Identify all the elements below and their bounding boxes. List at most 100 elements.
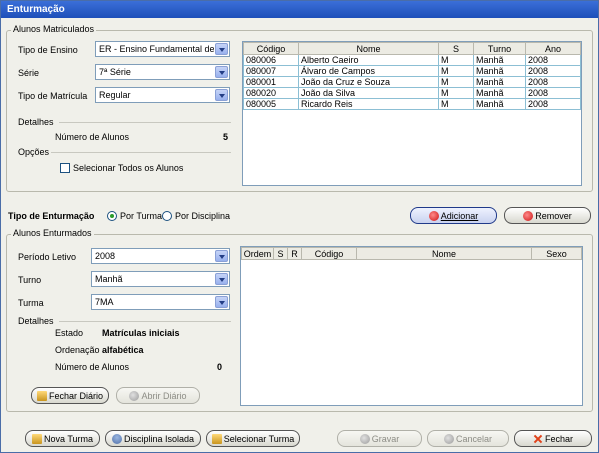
numero-alunos-enturmados-label: Número de Alunos bbox=[55, 362, 130, 372]
periodo-value: 2008 bbox=[95, 251, 116, 261]
estado-label: Estado bbox=[55, 328, 84, 338]
discipline-icon bbox=[111, 434, 122, 444]
chevron-down-icon[interactable] bbox=[215, 250, 228, 262]
cell-turno: Manhã bbox=[473, 65, 526, 77]
cell-turno: Manhã bbox=[473, 98, 526, 110]
selecionar-todos-checkbox[interactable] bbox=[60, 163, 70, 173]
cell-nome: João da Silva bbox=[298, 87, 439, 99]
turno-select[interactable]: Manhã bbox=[91, 271, 230, 287]
alunos-matriculados-table[interactable]: Código Nome S Turno Ano 080006 Alberto C… bbox=[242, 41, 582, 186]
close-icon bbox=[533, 434, 543, 444]
serie-value: 7ª Série bbox=[99, 67, 131, 77]
cell-codigo: 080020 bbox=[243, 87, 299, 99]
col-turno[interactable]: Turno bbox=[473, 42, 526, 55]
chevron-down-icon[interactable] bbox=[215, 66, 228, 78]
adicionar-button[interactable]: Adicionar bbox=[410, 207, 497, 224]
turma-value: 7MA bbox=[95, 297, 114, 307]
serie-label: Série bbox=[18, 68, 40, 78]
selecionar-todos-label: Selecionar Todos os Alunos bbox=[73, 163, 184, 173]
numero-alunos-enturmados-value: 0 bbox=[217, 362, 223, 372]
col-nome[interactable]: Nome bbox=[298, 42, 439, 55]
cell-s: M bbox=[438, 65, 474, 77]
diary-icon bbox=[36, 391, 47, 401]
nova-turma-label: Nova Turma bbox=[43, 434, 94, 444]
ordenacao-value: alfabética bbox=[102, 345, 144, 355]
disciplina-isolada-label: Disciplina Isolada bbox=[123, 434, 195, 444]
cell-codigo: 080001 bbox=[243, 76, 299, 88]
cell-s: M bbox=[438, 76, 474, 88]
save-icon bbox=[359, 434, 370, 444]
cell-ano: 2008 bbox=[525, 54, 581, 66]
cell-ano: 2008 bbox=[525, 65, 581, 77]
col-s[interactable]: S bbox=[438, 42, 474, 55]
numero-alunos-value: 5 bbox=[223, 132, 229, 142]
turma-label: Turma bbox=[18, 298, 44, 308]
col-r[interactable]: R bbox=[287, 247, 302, 260]
periodo-label: Período Letivo bbox=[18, 252, 77, 262]
col-codigo[interactable]: Código bbox=[243, 42, 299, 55]
nova-turma-button[interactable]: Nova Turma bbox=[25, 430, 100, 447]
col-ordem[interactable]: Ordem bbox=[241, 247, 274, 260]
adicionar-label: Adicionar bbox=[440, 211, 479, 221]
abrir-diario-button[interactable]: Abrir Diário bbox=[116, 387, 200, 404]
chevron-down-icon[interactable] bbox=[215, 89, 228, 101]
chevron-down-icon[interactable] bbox=[215, 273, 228, 285]
cell-nome: Alberto Caeiro bbox=[298, 54, 439, 66]
cell-nome: Álvaro de Campos bbox=[298, 65, 439, 77]
detalhes-enturmados-label: Detalhes bbox=[18, 316, 54, 326]
cell-turno: Manhã bbox=[473, 76, 526, 88]
por-disciplina-radio[interactable] bbox=[162, 211, 172, 221]
remover-label: Remover bbox=[535, 211, 572, 221]
por-turma-label: Por Turma bbox=[120, 211, 163, 221]
table-row[interactable]: 080005 Ricardo Reis M Manhã 2008 bbox=[243, 98, 581, 110]
fechar-button[interactable]: Fechar bbox=[514, 430, 592, 447]
select-class-icon bbox=[211, 434, 222, 444]
remover-button[interactable]: Remover bbox=[504, 207, 591, 224]
gravar-label: Gravar bbox=[371, 434, 400, 444]
col-sexo[interactable]: Sexo bbox=[531, 247, 582, 260]
selecionar-turma-label: Selecionar Turma bbox=[223, 434, 295, 444]
alunos-matriculados-legend: Alunos Matriculados bbox=[11, 24, 97, 34]
periodo-select[interactable]: 2008 bbox=[91, 248, 230, 264]
selecionar-turma-button[interactable]: Selecionar Turma bbox=[206, 430, 300, 447]
por-turma-radio[interactable] bbox=[107, 211, 117, 221]
serie-select[interactable]: 7ª Série bbox=[95, 64, 230, 80]
opcoes-label: Opções bbox=[18, 147, 50, 157]
detalhes-label: Detalhes bbox=[18, 117, 54, 127]
cell-nome: João da Cruz e Souza bbox=[298, 76, 439, 88]
cell-ano: 2008 bbox=[525, 98, 581, 110]
tipo-ensino-select[interactable]: ER - Ensino Fundamental de ... bbox=[95, 41, 230, 57]
gravar-button[interactable]: Gravar bbox=[337, 430, 422, 447]
col-ano[interactable]: Ano bbox=[525, 42, 581, 55]
table-row[interactable]: 080020 João da Silva M Manhã 2008 bbox=[243, 87, 581, 99]
table-header-row: Código Nome S Turno Ano bbox=[243, 42, 581, 55]
col-codigo[interactable]: Código bbox=[301, 247, 357, 260]
col-s[interactable]: S bbox=[273, 247, 288, 260]
table-row[interactable]: 080006 Alberto Caeiro M Manhã 2008 bbox=[243, 54, 581, 66]
table-row[interactable]: 080001 João da Cruz e Souza M Manhã 2008 bbox=[243, 76, 581, 88]
tipo-matricula-select[interactable]: Regular bbox=[95, 87, 230, 103]
fechar-diario-button[interactable]: Fechar Diário bbox=[31, 387, 109, 404]
por-disciplina-label: Por Disciplina bbox=[175, 211, 231, 221]
fechar-diario-label: Fechar Diário bbox=[48, 391, 104, 401]
table-row[interactable]: 080007 Álvaro de Campos M Manhã 2008 bbox=[243, 65, 581, 77]
cell-codigo: 080006 bbox=[243, 54, 299, 66]
turma-select[interactable]: 7MA bbox=[91, 294, 230, 310]
col-nome[interactable]: Nome bbox=[356, 247, 532, 260]
cell-codigo: 080005 bbox=[243, 98, 299, 110]
disciplina-isolada-button[interactable]: Disciplina Isolada bbox=[105, 430, 201, 447]
cell-codigo: 080007 bbox=[243, 65, 299, 77]
chevron-down-icon[interactable] bbox=[215, 43, 228, 55]
cancelar-button[interactable]: Cancelar bbox=[427, 430, 509, 447]
tipo-matricula-value: Regular bbox=[99, 90, 131, 100]
cell-turno: Manhã bbox=[473, 54, 526, 66]
tipo-ensino-value: ER - Ensino Fundamental de ... bbox=[99, 44, 214, 54]
cancelar-label: Cancelar bbox=[455, 434, 493, 444]
cell-nome: Ricardo Reis bbox=[298, 98, 439, 110]
new-class-icon bbox=[31, 434, 42, 444]
remove-icon bbox=[523, 211, 534, 221]
chevron-down-icon[interactable] bbox=[215, 296, 228, 308]
ordenacao-label: Ordenação bbox=[55, 345, 100, 355]
cell-s: M bbox=[438, 87, 474, 99]
alunos-enturmados-table[interactable]: Ordem S R Código Nome Sexo bbox=[240, 246, 583, 406]
